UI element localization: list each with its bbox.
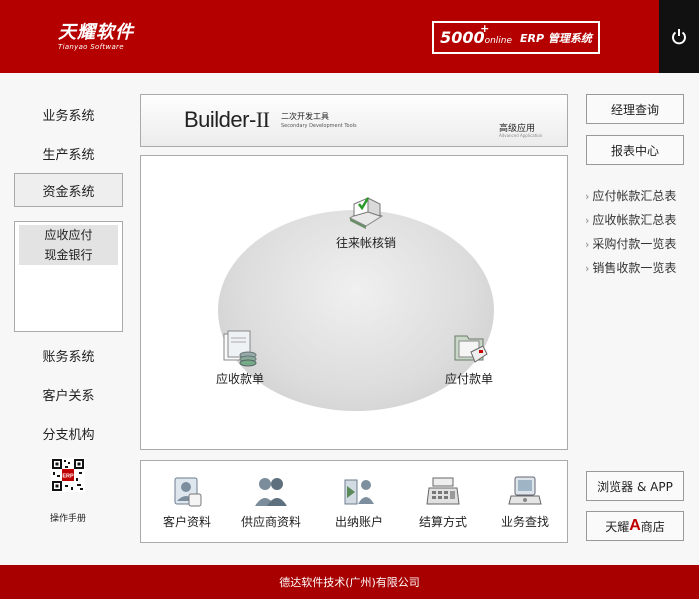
link-payable-summary[interactable]: › 应付帐款汇总表	[585, 187, 676, 204]
product-online: online	[484, 35, 513, 46]
tool-settlement[interactable]: 结算方式	[405, 474, 481, 530]
browser-app-button[interactable]: 浏览器 & APP	[586, 471, 684, 501]
tool-supplier-label: 供应商资料	[240, 515, 301, 529]
qr-code-icon[interactable]: ERP	[51, 458, 85, 492]
chevron-right-icon: ›	[585, 190, 590, 203]
app-store-prefix: 天耀	[605, 519, 630, 534]
manual-label[interactable]: 操作手册	[40, 511, 96, 524]
builder-cn-subtitle: 二次开发工具	[281, 112, 329, 121]
builder-title: Builder-II	[184, 107, 270, 132]
customer-icon	[174, 477, 202, 507]
payable-icon	[454, 335, 488, 363]
submenu-item-cash-bank[interactable]: 现金银行	[19, 245, 118, 265]
chevron-right-icon: ›	[585, 238, 590, 251]
tool-cashier-label: 出纳账户	[334, 515, 383, 529]
workspace-panel: 往来帐核销 应收款单 应付款单	[140, 155, 568, 450]
funds-submenu: 应收应付 现金银行	[14, 221, 123, 332]
company-logo: 天耀软件 Tianyao Software	[58, 18, 134, 51]
supplier-icon	[255, 478, 287, 506]
link-receivable-summary[interactable]: › 应收帐款汇总表	[585, 211, 676, 228]
link-sales-receipts[interactable]: › 销售收款一览表	[585, 259, 676, 276]
search-terminal-icon	[508, 476, 542, 505]
receivable-icon	[223, 330, 257, 367]
power-button[interactable]	[659, 0, 699, 73]
node-reconcile-label: 往来帐核销	[335, 236, 396, 250]
reconcile-icon	[348, 197, 384, 229]
cash-register-icon	[426, 477, 460, 505]
app-store-suffix: 商店	[640, 519, 665, 534]
power-icon	[672, 28, 686, 44]
tool-settlement-label: 结算方式	[418, 515, 467, 529]
chevron-right-icon: ›	[585, 214, 590, 227]
tool-customer[interactable]: 客户资料	[149, 474, 225, 530]
node-payable[interactable]: 应付款单	[434, 328, 504, 387]
app-store-a-logo: A	[629, 517, 641, 534]
product-erp: ERP 管理系统	[520, 31, 592, 45]
sidebar-item-business[interactable]: 业务系统	[14, 97, 123, 131]
sidebar-item-production[interactable]: 生产系统	[14, 136, 123, 170]
manager-query-button[interactable]: 经理查询	[586, 94, 684, 124]
footer-bar: 德达软件技术(广州)有限公司	[0, 565, 699, 599]
footer-company: 德达软件技术(广州)有限公司	[279, 576, 420, 589]
sidebar-item-funds[interactable]: 资金系统	[14, 173, 123, 207]
tool-supplier[interactable]: 供应商资料	[233, 474, 309, 530]
product-plus: +	[480, 22, 490, 35]
sidebar-item-accounting[interactable]: 账务系统	[14, 338, 123, 372]
builder-banner[interactable]: Builder-II 二次开发工具 Secondary Development …	[140, 94, 568, 147]
tool-business-search[interactable]: 业务查找	[487, 474, 563, 530]
product-badge: 5000 + online ERP 管理系统	[432, 21, 600, 54]
tool-customer-label: 客户资料	[162, 515, 211, 529]
qr-badge-text: ERP	[62, 474, 74, 480]
product-number: 5000 +	[440, 22, 490, 47]
logo-subtitle: Tianyao Software	[58, 43, 124, 51]
sidebar-item-crm[interactable]: 客户关系	[14, 377, 123, 411]
cashier-icon	[344, 479, 374, 505]
builder-roman: II	[255, 107, 270, 132]
link-purchase-payments[interactable]: › 采购付款一览表	[585, 235, 676, 252]
node-receivable-label: 应收款单	[215, 372, 264, 386]
report-center-button[interactable]: 报表中心	[586, 135, 684, 165]
node-payable-label: 应付款单	[444, 372, 493, 386]
submenu-item-receivable-payable[interactable]: 应收应付	[19, 225, 118, 245]
sidebar-item-branches[interactable]: 分支机构	[14, 416, 123, 450]
logo-name: 天耀软件	[58, 22, 134, 43]
chevron-right-icon: ›	[585, 262, 590, 275]
app-store-button[interactable]: 天耀 A 商店	[586, 511, 684, 541]
quick-tools-bar: 客户资料 供应商资料 出纳账户 结算方式 业务查找	[140, 460, 568, 543]
advanced-app-en: Advanced Application	[499, 133, 543, 138]
builder-en-subtitle: Secondary Development Tools	[281, 123, 357, 129]
tool-cashier[interactable]: 出纳账户	[321, 474, 397, 530]
node-receivable[interactable]: 应收款单	[205, 328, 275, 387]
node-reconcile[interactable]: 往来帐核销	[321, 192, 411, 251]
tool-business-search-label: 业务查找	[500, 515, 549, 529]
header-bar: 天耀软件 Tianyao Software 5000 + online ERP 管…	[0, 0, 699, 73]
